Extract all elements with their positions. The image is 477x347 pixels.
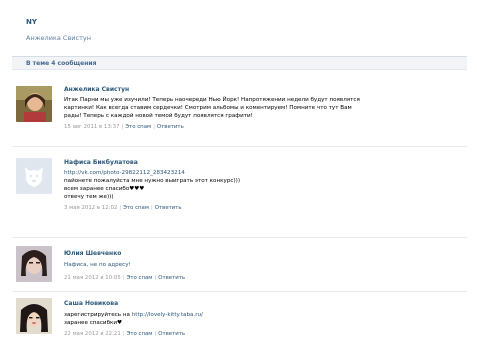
post-meta: 3 мая 2012 в 12:02 | Это спам | Ответить <box>64 205 182 211</box>
hearts: ♥ <box>117 320 123 326</box>
post-author[interactable]: Нафиса Бикбулатова <box>64 159 138 166</box>
divider <box>12 146 467 147</box>
post-text-line: отвечу тем же))) <box>64 194 114 200</box>
post-text-line: Итак Парни мы уже изучили! Теперь наочер… <box>64 97 360 103</box>
post-text-line: всем заранее спасибо♥♥♥ <box>64 185 144 193</box>
post-link[interactable]: http://lovely-kitty.taba.ru/ <box>132 312 203 318</box>
avatar[interactable] <box>16 158 52 194</box>
post-author[interactable]: Юлия Шевченко <box>64 250 121 257</box>
avatar-photo-icon <box>16 246 52 282</box>
divider <box>12 237 467 238</box>
divider <box>12 291 467 292</box>
topic-author[interactable]: Анжелика Свистун <box>26 34 91 42</box>
hearts: ♥♥♥ <box>129 186 145 192</box>
post-date[interactable]: 21 мая 2012 в 10:05 <box>64 275 121 281</box>
message-count: В теме 4 сообщения <box>26 60 97 67</box>
reply-link[interactable]: Ответить <box>155 205 182 211</box>
post-meta: 15 авг 2011 в 13:37 | Это спам | Ответить <box>64 124 184 130</box>
avatar-photo-icon <box>16 298 52 334</box>
post-link[interactable]: http://vk.com/photo-29822112_283423214 <box>64 169 185 177</box>
post-author[interactable]: Анжелика Свистун <box>64 86 129 93</box>
post-text: всем заранее спасибо <box>64 186 130 192</box>
message-count-bar: В теме 4 сообщения <box>12 56 467 70</box>
post-text-line: Нафиса, не по адресу! <box>64 261 131 269</box>
topic-title[interactable]: NY <box>26 18 37 26</box>
post-date[interactable]: 15 авг 2011 в 13:37 <box>64 124 119 130</box>
avatar[interactable] <box>16 298 52 334</box>
spam-link[interactable]: Это спам <box>125 124 151 130</box>
reply-link[interactable]: Ответить <box>158 331 185 337</box>
post-meta: 22 мая 2012 в 22:21 | Это спам | Ответить <box>64 331 186 337</box>
post-text-line: рады! Теперь с каждой новой темой будут … <box>64 113 253 119</box>
post-text-line: зарегистрируйтесь на http://lovely-kitty… <box>64 311 203 319</box>
spam-link[interactable]: Это спам <box>123 205 149 211</box>
spam-link[interactable]: Это спам <box>127 331 153 337</box>
page: NY Анжелика Свистун В теме 4 сообщения А… <box>0 0 477 347</box>
post-text-line: картинки! Как всегда ставим сердечки! См… <box>64 105 352 111</box>
avatar[interactable] <box>16 86 52 122</box>
vk-dog-placeholder-icon <box>16 158 52 194</box>
post-text-line: заранее спасибки♥ <box>64 319 122 327</box>
reply-link[interactable]: Ответить <box>158 275 185 281</box>
post-author[interactable]: Саша Новикова <box>64 300 118 307</box>
post-text-line: пайонете пожалуйста мне нужно выиграть э… <box>64 178 240 184</box>
avatar[interactable] <box>16 246 52 282</box>
spam-link[interactable]: Это спам <box>127 275 153 281</box>
post-text: зарегистрируйтесь на <box>64 312 130 318</box>
topic-header: NY Анжелика Свистун <box>12 12 467 50</box>
post-date[interactable]: 3 мая 2012 в 12:02 <box>64 205 117 211</box>
reply-link[interactable]: Ответить <box>157 124 184 130</box>
post-meta: 21 мая 2012 в 10:05 | Это спам | Ответить <box>64 275 186 281</box>
avatar-photo-icon <box>16 86 52 122</box>
post-text: Нафиса, не по адресу! <box>64 262 131 268</box>
post-date[interactable]: 22 мая 2012 в 22:21 <box>64 331 121 337</box>
post-text: заранее спасибки <box>64 320 118 326</box>
